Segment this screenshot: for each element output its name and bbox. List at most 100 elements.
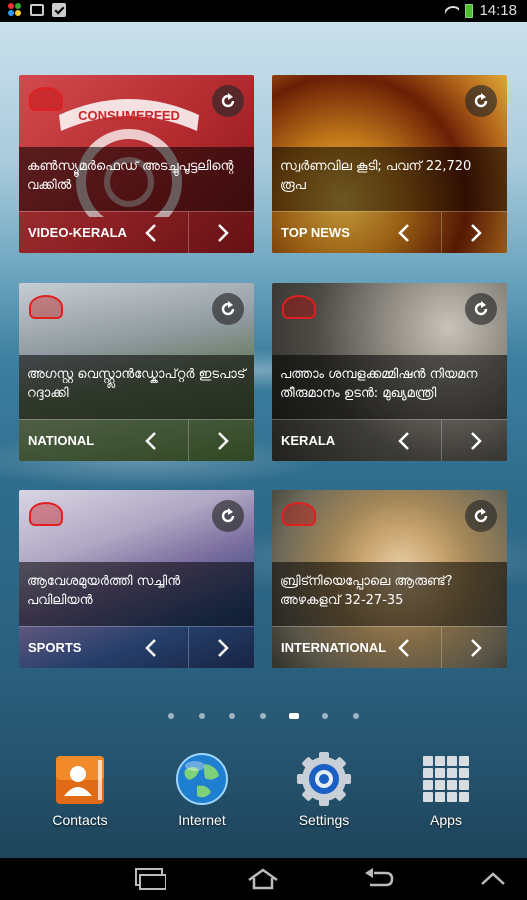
news-widget-international[interactable]: ബ്രിട്നിയെപ്പോലെ ആരുണ്ട്? അഴകളവ് 32-27-3… bbox=[272, 490, 507, 668]
dock-label: Internet bbox=[178, 812, 226, 828]
next-story-button[interactable] bbox=[210, 635, 236, 661]
clipboard-check-icon bbox=[52, 3, 66, 17]
news-widget-video-kerala[interactable]: CONSUMERFED കൺസ്യൂമർഫെഡ് അടച്ചുപൂട്ടലിന്… bbox=[19, 75, 254, 253]
chevron-right-icon bbox=[471, 639, 482, 657]
publisher-logo bbox=[29, 87, 63, 111]
refresh-button[interactable] bbox=[465, 500, 497, 532]
next-story-button[interactable] bbox=[210, 428, 236, 454]
home-button[interactable] bbox=[238, 864, 288, 894]
apps-grid-icon bbox=[419, 752, 473, 806]
back-icon bbox=[365, 868, 394, 887]
chevron-left-icon bbox=[145, 432, 156, 450]
contacts-icon bbox=[53, 752, 107, 806]
dock-settings[interactable]: Settings bbox=[274, 752, 374, 828]
back-button[interactable] bbox=[352, 864, 402, 894]
widget-footer: KERALA bbox=[272, 419, 507, 461]
widget-footer: NATIONAL bbox=[19, 419, 254, 461]
previous-story-button[interactable] bbox=[138, 428, 164, 454]
chevron-left-icon bbox=[398, 639, 409, 657]
dock-contacts[interactable]: Contacts bbox=[30, 752, 130, 828]
widget-footer: SPORTS bbox=[19, 626, 254, 668]
menu-up-icon bbox=[481, 872, 505, 885]
dock-internet[interactable]: Internet bbox=[152, 752, 252, 828]
category-label: VIDEO-KERALA bbox=[28, 225, 127, 240]
refresh-button[interactable] bbox=[212, 500, 244, 532]
previous-story-button[interactable] bbox=[391, 220, 417, 246]
clock: 14:18 bbox=[479, 2, 517, 19]
category-label: TOP NEWS bbox=[281, 225, 350, 240]
news-widget-sports[interactable]: ആവേശമുയർത്തി സച്ചിൻ പവിലിയൻ SPORTS bbox=[19, 490, 254, 668]
svg-text:CONSUMERFED: CONSUMERFED bbox=[78, 108, 180, 123]
divider bbox=[441, 212, 442, 253]
category-label: SPORTS bbox=[28, 640, 82, 655]
battery-icon bbox=[465, 3, 474, 18]
refresh-button[interactable] bbox=[212, 293, 244, 325]
headline[interactable]: കൺസ്യൂമർഫെഡ് അടച്ചുപൂട്ടലിന്റെ വക്കിൽ bbox=[19, 147, 254, 211]
headline[interactable]: അഗസ്റ്റ വെസ്റ്റ്ലാൻഡ്കോപ്റ്റർ ഇടപാട് റദ്… bbox=[19, 355, 254, 419]
chevron-right-icon bbox=[218, 432, 229, 450]
headline[interactable]: പത്താം ശമ്പളക്കമ്മിഷൻ നിയമന തീരുമാനം ഉടൻ… bbox=[272, 355, 507, 419]
globe-icon bbox=[175, 752, 229, 806]
page-indicator bbox=[0, 711, 527, 721]
chevron-left-icon bbox=[398, 224, 409, 242]
apps-dots-icon bbox=[8, 3, 22, 17]
chevron-right-icon bbox=[218, 639, 229, 657]
refresh-icon bbox=[474, 93, 488, 108]
publisher-logo bbox=[29, 502, 63, 526]
next-story-button[interactable] bbox=[210, 220, 236, 246]
dock-apps[interactable]: Apps bbox=[396, 752, 496, 828]
divider bbox=[188, 420, 189, 461]
page-dot[interactable] bbox=[199, 713, 205, 719]
previous-story-button[interactable] bbox=[391, 428, 417, 454]
previous-story-button[interactable] bbox=[138, 220, 164, 246]
page-dot[interactable] bbox=[322, 713, 328, 719]
refresh-button[interactable] bbox=[465, 85, 497, 117]
chevron-left-icon bbox=[145, 224, 156, 242]
news-widget-kerala[interactable]: പത്താം ശമ്പളക്കമ്മിഷൻ നിയമന തീരുമാനം ഉടൻ… bbox=[272, 283, 507, 461]
headline[interactable]: ബ്രിട്നിയെപ്പോലെ ആരുണ്ട്? അഴകളവ് 32-27-3… bbox=[272, 562, 507, 626]
refresh-icon bbox=[474, 508, 488, 523]
publisher-logo bbox=[282, 295, 316, 319]
publisher-logo bbox=[29, 295, 63, 319]
chevron-left-icon bbox=[145, 639, 156, 657]
divider bbox=[188, 212, 189, 253]
wifi-icon bbox=[445, 5, 459, 17]
page-dot-active[interactable] bbox=[289, 713, 299, 719]
refresh-button[interactable] bbox=[212, 85, 244, 117]
previous-story-button[interactable] bbox=[138, 635, 164, 661]
divider bbox=[441, 627, 442, 668]
gear-icon bbox=[297, 752, 351, 806]
page-dot[interactable] bbox=[229, 713, 235, 719]
widget-footer: VIDEO-KERALA bbox=[19, 211, 254, 253]
refresh-icon bbox=[474, 301, 488, 316]
refresh-button[interactable] bbox=[465, 293, 497, 325]
menu-up-button[interactable] bbox=[468, 864, 518, 894]
dock-label: Apps bbox=[430, 812, 462, 828]
category-label: NATIONAL bbox=[28, 433, 95, 448]
chevron-left-icon bbox=[398, 432, 409, 450]
recent-apps-icon bbox=[135, 868, 166, 890]
widget-footer: INTERNATIONAL bbox=[272, 626, 507, 668]
next-story-button[interactable] bbox=[463, 428, 489, 454]
chevron-right-icon bbox=[471, 432, 482, 450]
headline[interactable]: സ്വർണവില കൂടി; പവന് 22,720 രൂപ bbox=[272, 147, 507, 211]
headline[interactable]: ആവേശമുയർത്തി സച്ചിൻ പവിലിയൻ bbox=[19, 562, 254, 626]
next-story-button[interactable] bbox=[463, 635, 489, 661]
refresh-icon bbox=[221, 301, 235, 316]
category-label: INTERNATIONAL bbox=[281, 640, 387, 655]
home-icon bbox=[248, 868, 278, 890]
page-dot[interactable] bbox=[168, 713, 174, 719]
news-widget-national[interactable]: അഗസ്റ്റ വെസ്റ്റ്ലാൻഡ്കോപ്റ്റർ ഇടപാട് റദ്… bbox=[19, 283, 254, 461]
refresh-icon bbox=[221, 508, 235, 523]
divider bbox=[188, 627, 189, 668]
next-story-button[interactable] bbox=[463, 220, 489, 246]
news-widget-top-news[interactable]: സ്വർണവില കൂടി; പവന് 22,720 രൂപ TOP NEWS bbox=[272, 75, 507, 253]
widget-footer: TOP NEWS bbox=[272, 211, 507, 253]
previous-story-button[interactable] bbox=[391, 635, 417, 661]
chevron-right-icon bbox=[471, 224, 482, 242]
recent-apps-button[interactable] bbox=[124, 864, 174, 894]
page-dot[interactable] bbox=[260, 713, 266, 719]
page-dot[interactable] bbox=[353, 713, 359, 719]
category-label: KERALA bbox=[281, 433, 336, 448]
status-bar: 14:18 bbox=[0, 0, 527, 22]
